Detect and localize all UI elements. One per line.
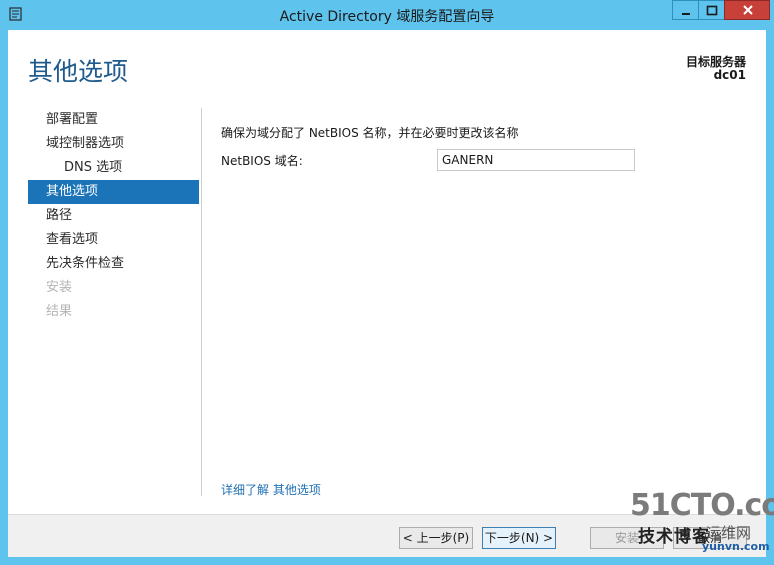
section-description: 确保为域分配了 NetBIOS 名称，并在必要时更改该名称 — [221, 126, 519, 140]
previous-button[interactable]: < 上一步(P) — [399, 527, 473, 549]
nav-item-prereq-check[interactable]: 先决条件检查 — [28, 252, 199, 276]
learn-more-link[interactable]: 详细了解 其他选项 — [221, 481, 321, 498]
nav-item-dc-options[interactable]: 域控制器选项 — [28, 132, 199, 156]
window-title: Active Directory 域服务配置向导 — [279, 9, 495, 25]
nav-item-dns-options[interactable]: DNS 选项 — [28, 156, 199, 180]
wizard-client-area: 其他选项 目标服务器 dc01 部署配置 域控制器选项 DNS 选项 其他选项 … — [8, 30, 766, 557]
wizard-window: Active Directory 域服务配置向导 其他选项 目标服务器 dc01… — [0, 0, 774, 565]
nav-divider — [201, 108, 202, 496]
next-button[interactable]: 下一步(N) > — [482, 527, 556, 549]
minimize-button[interactable] — [672, 0, 698, 20]
install-button: 安装 — [590, 527, 664, 549]
nav-item-paths[interactable]: 路径 — [28, 204, 199, 228]
netbios-name-input[interactable] — [437, 149, 635, 171]
nav-item-installation: 安装 — [46, 280, 73, 295]
netbios-label: NetBIOS 域名: — [221, 154, 303, 168]
wizard-footer: < 上一步(P) 下一步(N) > 安装 取消 — [8, 514, 766, 557]
maximize-button[interactable] — [698, 0, 724, 20]
nav-item-results: 结果 — [46, 304, 73, 319]
cancel-button[interactable]: 取消 — [673, 527, 747, 549]
nav-item-additional-options[interactable]: 其他选项 — [28, 180, 199, 204]
close-button[interactable] — [724, 0, 770, 20]
nav-item-review-options[interactable]: 查看选项 — [28, 228, 199, 252]
page-title: 其他选项 — [28, 57, 129, 86]
title-bar[interactable]: Active Directory 域服务配置向导 — [0, 0, 774, 30]
nav-item-deployment[interactable]: 部署配置 — [28, 108, 199, 132]
wizard-nav: 部署配置 域控制器选项 DNS 选项 其他选项 路径 查看选项 先决条件检查 安… — [28, 108, 199, 324]
target-server-name: dc01 — [713, 68, 746, 82]
